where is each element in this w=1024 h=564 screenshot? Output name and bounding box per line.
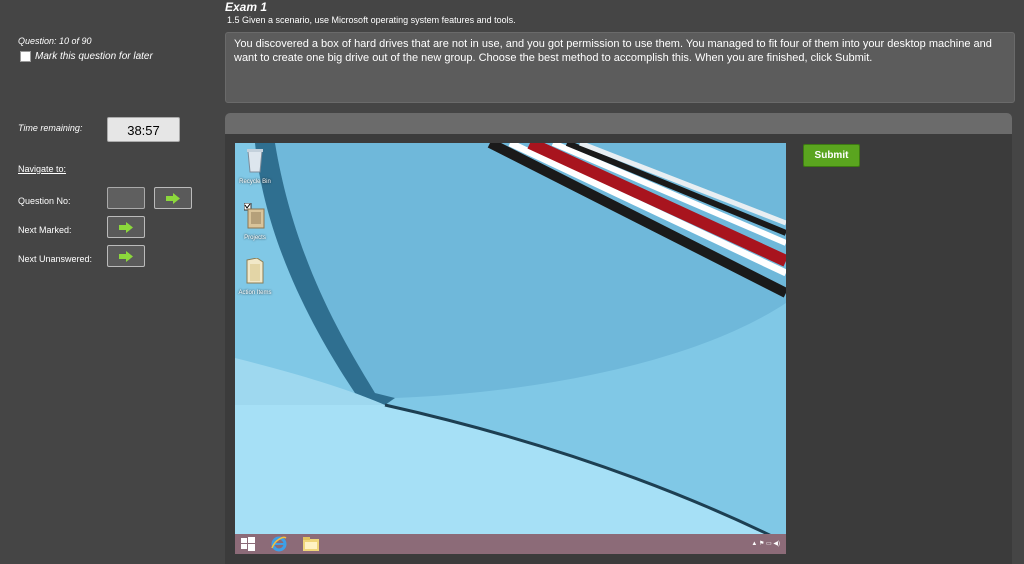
desktop-wallpaper [235, 143, 786, 554]
simulation-header-bar [225, 113, 1012, 134]
arrow-right-icon [166, 192, 180, 204]
projects-folder-icon [243, 202, 265, 229]
desktop-icon-label: Action Items [238, 290, 272, 296]
next-unanswered-label: Next Unanswered: [18, 254, 93, 264]
question-text-box: You discovered a box of hard drives that… [225, 32, 1015, 103]
mark-checkbox[interactable] [20, 51, 31, 62]
desktop-icon-label: Projects [244, 235, 266, 241]
time-remaining-label: Time remaining: [18, 123, 83, 133]
file-explorer-icon [303, 537, 319, 551]
taskbar-internet-explorer[interactable] [271, 536, 287, 552]
start-button[interactable] [241, 537, 255, 551]
taskbar: ▲ ⚑ ▭ ◀) [235, 534, 786, 554]
arrow-right-icon [119, 221, 133, 233]
next-marked-label: Next Marked: [18, 225, 72, 235]
mark-label: Mark this question for later [35, 51, 153, 62]
exam-title: Exam 1 [225, 0, 268, 14]
question-no-input[interactable] [107, 187, 145, 209]
system-tray[interactable]: ▲ ⚑ ▭ ◀) [751, 540, 780, 547]
timer-display: 38:57 [107, 117, 180, 142]
internet-explorer-icon [271, 536, 287, 552]
windows-logo-icon [241, 537, 255, 551]
desktop-icon-action-items[interactable]: Action Items [238, 257, 272, 296]
navigate-title: Navigate to: [18, 164, 67, 174]
desktop-icon-projects[interactable]: Projects [238, 202, 272, 241]
desktop-icon-label: Recycle Bin [239, 179, 271, 185]
recycle-bin-icon [247, 149, 263, 173]
arrow-right-icon [119, 250, 133, 262]
action-items-folder-icon [246, 257, 264, 284]
windows-desktop[interactable]: Recycle Bin Projects Action Items ▲ ⚑ ▭ … [235, 143, 786, 554]
next-unanswered-button[interactable] [107, 245, 145, 267]
question-no-label: Question No: [18, 196, 71, 206]
goto-question-button[interactable] [154, 187, 192, 209]
submit-button[interactable]: Submit [803, 144, 860, 167]
objective-text: 1.5 Given a scenario, use Microsoft oper… [227, 15, 516, 25]
desktop-icon-recycle-bin[interactable]: Recycle Bin [238, 147, 272, 185]
question-counter: Question: 10 of 90 [18, 36, 92, 46]
taskbar-file-explorer[interactable] [303, 537, 319, 551]
next-marked-button[interactable] [107, 216, 145, 238]
mark-for-later[interactable]: Mark this question for later [20, 51, 153, 62]
